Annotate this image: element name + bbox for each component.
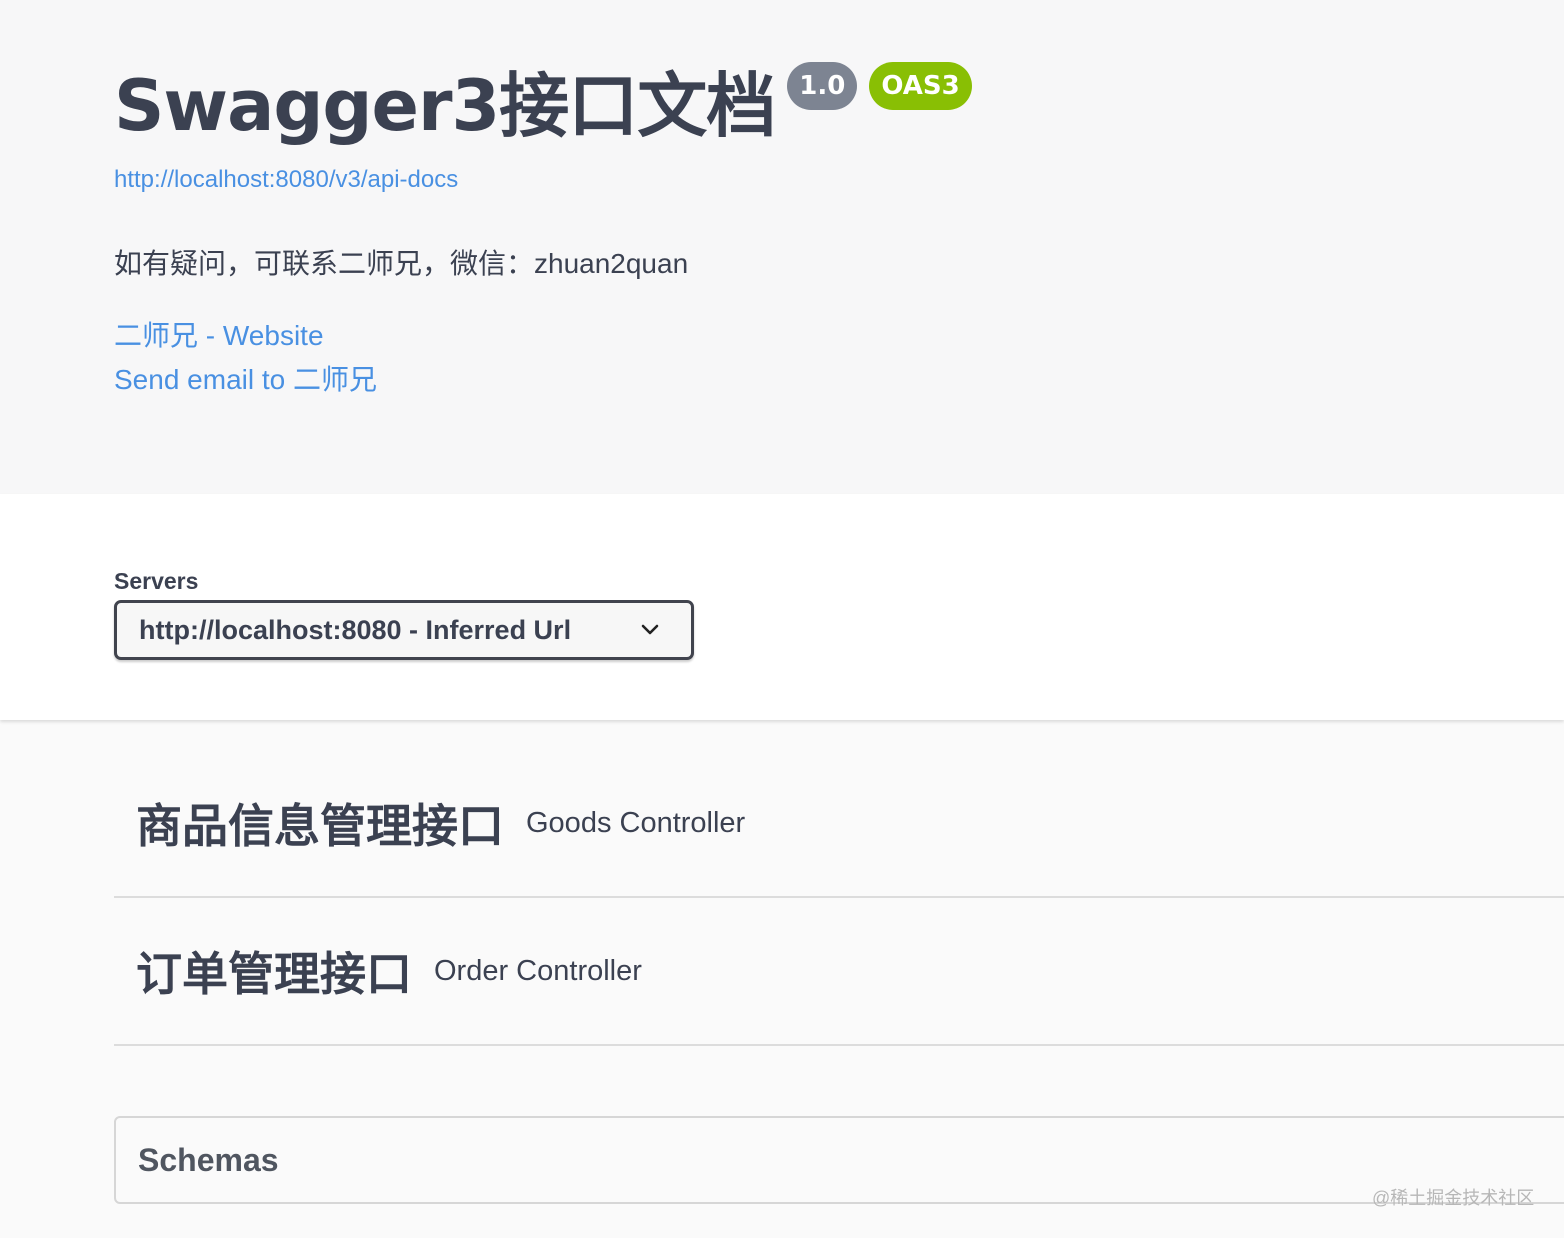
chevron-down-icon <box>641 624 659 635</box>
tag-name: 商品信息管理接口 <box>136 799 504 853</box>
servers-section: Servers http://localhost:8080 - Inferred… <box>0 494 1564 720</box>
watermark: @稀土掘金技术社区 <box>1372 1188 1535 1208</box>
swagger-ui-page: Swagger3接口文档 1.0 OAS3 http://localhost:8… <box>0 0 1564 1238</box>
servers-label: Servers <box>114 568 199 594</box>
schemas-section[interactable]: Schemas <box>114 1116 1564 1204</box>
servers-selected-value: http://localhost:8080 - Inferred Url <box>139 614 572 645</box>
servers-select[interactable]: http://localhost:8080 - Inferred Url <box>114 600 694 660</box>
page-title: Swagger3接口文档 <box>114 65 776 147</box>
tag-goods-controller[interactable]: 商品信息管理接口 Goods Controller <box>114 750 1564 898</box>
oas-badge: OAS3 <box>869 62 972 110</box>
contact-website-link[interactable]: 二师兄 - Website <box>114 314 324 354</box>
title-row: Swagger3接口文档 1.0 OAS3 <box>114 58 972 154</box>
contact-email-link[interactable]: Send email to 二师兄 <box>114 358 377 398</box>
tag-description: Goods Controller <box>526 806 746 839</box>
tag-name: 订单管理接口 <box>136 947 412 1001</box>
api-docs-link[interactable]: http://localhost:8080/v3/api-docs <box>114 166 458 194</box>
schemas-title: Schemas <box>138 1141 279 1178</box>
info-section: Swagger3接口文档 1.0 OAS3 http://localhost:8… <box>0 0 1564 494</box>
version-badge: 1.0 <box>787 62 858 110</box>
tag-description: Order Controller <box>434 954 642 987</box>
api-description: 如有疑问，可联系二师兄，微信：zhuan2quan <box>114 248 689 279</box>
tag-order-controller[interactable]: 订单管理接口 Order Controller <box>114 898 1564 1046</box>
